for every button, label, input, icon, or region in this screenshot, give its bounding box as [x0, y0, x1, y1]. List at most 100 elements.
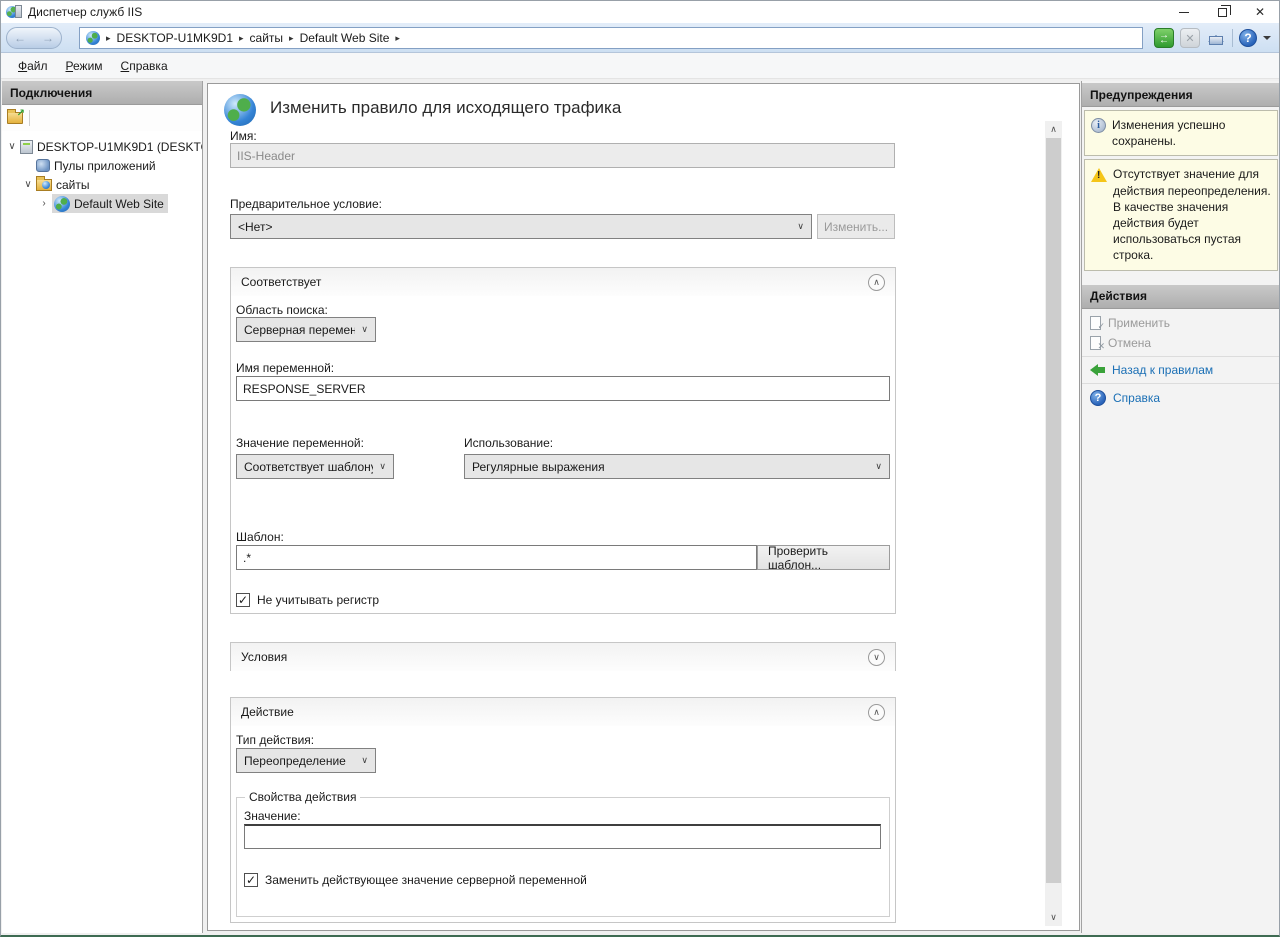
back-icon[interactable]: ←: [14, 32, 26, 44]
website-globe-icon: [54, 196, 70, 212]
ignore-case-label: Не учитывать регистр: [257, 593, 379, 607]
close-button[interactable]: ✕: [1241, 1, 1279, 23]
scroll-up-icon[interactable]: ∧: [1045, 121, 1062, 138]
iis-app-icon: [6, 5, 22, 19]
site-globe-icon: [86, 31, 100, 45]
apply-icon: ✓: [1090, 316, 1101, 330]
value-label: Значение:: [244, 809, 301, 823]
ignore-case-checkrow[interactable]: ✓ Не учитывать регистр: [236, 593, 379, 607]
tree-item-default-web-site[interactable]: › Default Web Site: [2, 194, 202, 213]
breadcrumb-item-default-web-site[interactable]: Default Web Site: [300, 31, 390, 45]
home-icon[interactable]: [1206, 28, 1226, 48]
replace-value-checkbox[interactable]: ✓: [244, 873, 258, 887]
expand-icon[interactable]: ∨: [868, 649, 885, 666]
stop-icon: ✕: [1180, 28, 1200, 48]
rule-name-input: [230, 143, 895, 168]
breadcrumb[interactable]: ▸ DESKTOP-U1MK9D1 ▸ сайты ▸ Default Web …: [79, 27, 1143, 49]
actions-header: Действия: [1082, 285, 1280, 309]
back-arrow-icon: [1090, 364, 1105, 376]
variable-value-select[interactable]: Соответствует шаблону ∨: [236, 454, 394, 479]
vertical-scrollbar[interactable]: ∧ ∨: [1045, 121, 1062, 926]
create-connection-icon[interactable]: ↗: [7, 112, 23, 124]
scope-select[interactable]: Серверная переменн ∨: [236, 317, 376, 342]
scope-value: Серверная переменн: [244, 323, 355, 337]
tree-item-label: Default Web Site: [74, 197, 164, 211]
help-dropdown-icon[interactable]: [1263, 36, 1271, 40]
cancel-button: ✕ Отмена: [1082, 333, 1280, 353]
action-type-value: Переопределение: [244, 754, 355, 768]
help-icon[interactable]: ?: [1239, 29, 1257, 47]
name-label: Имя:: [230, 129, 257, 143]
info-icon: i: [1091, 118, 1106, 133]
forward-icon[interactable]: →: [42, 32, 54, 44]
action-value-input[interactable]: [244, 824, 881, 849]
alert-warning-text: Отсутствует значение для действия переоп…: [1113, 166, 1271, 263]
alerts-header: Предупреждения: [1082, 83, 1280, 107]
using-select[interactable]: Регулярные выражения ∨: [464, 454, 890, 479]
precondition-select[interactable]: <Нет> ∨: [230, 214, 812, 239]
action-type-select[interactable]: Переопределение ∨: [236, 748, 376, 773]
collapse-icon[interactable]: ∧: [868, 704, 885, 721]
breadcrumb-separator-icon: ▸: [395, 33, 400, 44]
breadcrumb-separator-icon: ▸: [106, 33, 111, 44]
collapse-icon[interactable]: ∧: [868, 274, 885, 291]
scope-label: Область поиска:: [236, 303, 328, 317]
help-label: Справка: [1113, 391, 1160, 405]
variable-name-input[interactable]: [236, 376, 890, 401]
match-section-title: Соответствует: [241, 275, 321, 289]
help-icon: ?: [1090, 390, 1106, 406]
using-label: Использование:: [464, 436, 553, 450]
cancel-label: Отмена: [1108, 336, 1151, 350]
action-properties-group: Свойства действия: [236, 797, 890, 917]
minimize-button[interactable]: [1165, 1, 1203, 23]
connections-tree: ∨ DESKTOP-U1MK9D1 (DESKTOP-U1MK9D1 Пулы …: [2, 131, 202, 213]
expander-icon[interactable]: ›: [36, 198, 52, 209]
right-panel: Предупреждения i Изменения успешно сохра…: [1081, 81, 1280, 933]
precondition-value: <Нет>: [238, 220, 791, 234]
minimize-icon: [1179, 12, 1189, 13]
pattern-input[interactable]: [236, 545, 757, 570]
sites-folder-icon: [36, 179, 52, 191]
replace-value-checkrow[interactable]: ✓ Заменить действующее значение серверно…: [244, 873, 587, 887]
action-section-title: Действие: [241, 705, 294, 719]
conditions-section-title: Условия: [241, 650, 287, 664]
edit-precondition-button: Изменить...: [817, 214, 895, 239]
conditions-section: Условия ∨: [230, 642, 896, 671]
pattern-label: Шаблон:: [236, 530, 284, 544]
scrollbar-thumb[interactable]: [1046, 138, 1061, 883]
navigation-pill: ← →: [6, 27, 62, 49]
breadcrumb-separator-icon: ▸: [289, 33, 294, 44]
chevron-down-icon: ∨: [875, 461, 882, 472]
replace-value-label: Заменить действующее значение серверной …: [265, 873, 587, 887]
warning-icon: [1091, 168, 1107, 182]
tree-item-sites[interactable]: ∨ сайты: [2, 175, 202, 194]
expander-icon[interactable]: ∨: [20, 179, 36, 190]
refresh-icon[interactable]: →←: [1154, 28, 1174, 48]
tree-item-label: сайты: [56, 178, 90, 192]
precondition-label: Предварительное условие:: [230, 197, 382, 211]
alert-warning: Отсутствует значение для действия переоп…: [1084, 159, 1278, 270]
tree-item-server[interactable]: ∨ DESKTOP-U1MK9D1 (DESKTOP-U1MK9D1: [2, 137, 202, 156]
chevron-down-icon: ∨: [797, 221, 804, 232]
test-pattern-button[interactable]: Проверить шаблон...: [757, 545, 890, 570]
alert-info-text: Изменения успешно сохранены.: [1112, 117, 1271, 149]
variable-value-value: Соответствует шаблону: [244, 460, 373, 474]
using-value: Регулярные выражения: [472, 460, 869, 474]
address-toolbar: ← → ▸ DESKTOP-U1MK9D1 ▸ сайты ▸ Default …: [1, 23, 1279, 53]
scroll-down-icon[interactable]: ∨: [1045, 909, 1062, 926]
restore-button[interactable]: [1203, 1, 1241, 23]
tree-item-app-pools[interactable]: Пулы приложений: [2, 156, 202, 175]
breadcrumb-item-server[interactable]: DESKTOP-U1MK9D1: [117, 31, 233, 45]
menu-file[interactable]: Файл: [9, 55, 57, 77]
apply-label: Применить: [1108, 316, 1170, 330]
server-icon: [20, 140, 33, 154]
back-to-rules-link[interactable]: Назад к правилам: [1082, 360, 1280, 380]
menu-help[interactable]: Справка: [112, 55, 177, 77]
iis-manager-window: Диспетчер служб IIS ✕ ← → ▸ DESKTOP-U1MK…: [0, 0, 1280, 937]
toolbar-divider: [1232, 29, 1233, 47]
breadcrumb-item-sites[interactable]: сайты: [250, 31, 284, 45]
expander-icon[interactable]: ∨: [4, 141, 20, 152]
ignore-case-checkbox[interactable]: ✓: [236, 593, 250, 607]
menu-view[interactable]: Режим: [57, 55, 112, 77]
help-link[interactable]: ? Справка: [1082, 387, 1280, 409]
